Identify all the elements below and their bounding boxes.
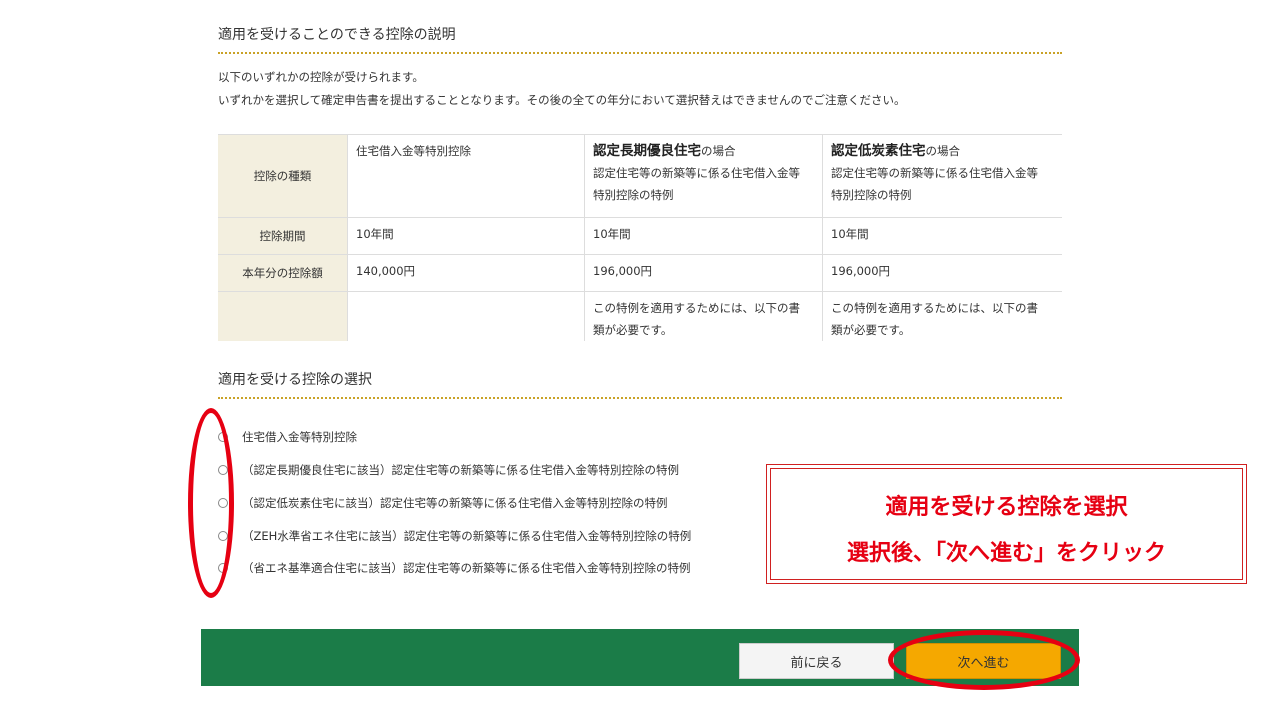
- radio-label: （認定低炭素住宅に該当）認定住宅等の新築等に係る住宅借入金等特別控除の特例: [242, 496, 668, 510]
- annotation-oval-radios: [188, 408, 234, 598]
- back-button[interactable]: 前に戻る: [739, 643, 894, 679]
- cell-col3-type-line2: 認定住宅等の新築等に係る住宅借入金等: [831, 166, 1038, 180]
- radio-option-long-term-quality[interactable]: （認定長期優良住宅に該当）認定住宅等の新築等に係る住宅借入金等特別控除の特例: [218, 460, 679, 480]
- cell-col1-type-text: 住宅借入金等特別控除: [356, 144, 471, 158]
- callout-text-line2: 選択後、「次へ進む」をクリック: [846, 541, 1166, 566]
- cell-col3-note: この特例を適用するためには、以下の書 類が必要です。: [823, 291, 1062, 341]
- radio-label: （ZEH水準省エネ住宅に該当）認定住宅等の新築等に係る住宅借入金等特別控除の特例: [242, 529, 692, 543]
- cell-col2-type-line2: 認定住宅等の新築等に係る住宅借入金等: [593, 166, 800, 180]
- cell-col2-period: 10年間: [593, 227, 631, 241]
- annotation-callout: 適用を受ける控除を選択 選択後、「次へ進む」をクリック: [766, 464, 1247, 584]
- radio-label: 住宅借入金等特別控除: [242, 430, 357, 444]
- annotation-oval-next-button: [888, 630, 1080, 690]
- cell-col2-type-line3: 特別控除の特例: [593, 188, 674, 202]
- cell-col3-period: 10年間: [831, 227, 869, 241]
- section-title-deduction-explanation: 適用を受けることのできる控除の説明: [218, 24, 1062, 54]
- row-header-period: 控除期間: [218, 217, 347, 254]
- table-divider: [218, 291, 1062, 292]
- cell-col2-note-line1: この特例を適用するためには、以下の書: [593, 301, 800, 315]
- cell-col1-note: [348, 291, 584, 341]
- deduction-comparison-table: 控除の種類 控除期間 本年分の控除額 住宅借入金等特別控除 10年間 140,0…: [218, 134, 1062, 341]
- cell-col1-amount: 140,000円: [356, 264, 416, 278]
- annotation-callout-inner-border: 適用を受ける控除を選択 選択後、「次へ進む」をクリック: [770, 468, 1243, 580]
- row-header-empty: [218, 291, 347, 341]
- radio-option-low-carbon[interactable]: （認定低炭素住宅に該当）認定住宅等の新築等に係る住宅借入金等特別控除の特例: [218, 493, 668, 513]
- table-divider: [347, 134, 348, 341]
- cell-col2-amount: 196,000円: [593, 264, 653, 278]
- cell-col3-note-line2: 類が必要です。: [831, 323, 911, 337]
- cell-col2-type-bold: 認定長期優良住宅: [593, 143, 701, 159]
- table-divider: [584, 134, 585, 341]
- radio-option-energy-standard[interactable]: （省エネ基準適合住宅に該当）認定住宅等の新築等に係る住宅借入金等特別控除の特例: [218, 558, 691, 578]
- cell-col2-type: 認定長期優良住宅の場合 認定住宅等の新築等に係る住宅借入金等 特別控除の特例: [585, 134, 822, 217]
- cell-col2-note-line2: 類が必要です。: [593, 323, 673, 337]
- cell-col3-type-line3: 特別控除の特例: [831, 188, 912, 202]
- cell-col3-type-suffix: の場合: [925, 144, 961, 158]
- table-divider: [822, 134, 823, 341]
- section-title-deduction-selection: 適用を受ける控除の選択: [218, 369, 1062, 399]
- radio-label: （認定長期優良住宅に該当）認定住宅等の新築等に係る住宅借入金等特別控除の特例: [242, 463, 679, 477]
- cell-col2-type-suffix: の場合: [701, 144, 736, 158]
- cell-col3-note-line1: この特例を適用するためには、以下の書: [831, 301, 1038, 315]
- cell-col1-type: 住宅借入金等特別控除: [348, 134, 584, 217]
- row-header-amount: 本年分の控除額: [218, 254, 347, 291]
- cell-col3-amount: 196,000円: [831, 264, 891, 278]
- cell-col3-type: 認定低炭素住宅の場合 認定住宅等の新築等に係る住宅借入金等 特別控除の特例: [823, 134, 1062, 217]
- table-divider: [218, 217, 1062, 218]
- cell-col2-note: この特例を適用するためには、以下の書 類が必要です。: [585, 291, 822, 341]
- cell-col3-type-bold: 認定低炭素住宅: [831, 143, 926, 159]
- intro-text-line1: 以下のいずれかの控除が受けられます。: [218, 70, 424, 84]
- table-divider: [218, 254, 1062, 255]
- radio-option-zeh[interactable]: （ZEH水準省エネ住宅に該当）認定住宅等の新築等に係る住宅借入金等特別控除の特例: [218, 526, 691, 546]
- radio-option-housing-loan[interactable]: 住宅借入金等特別控除: [218, 427, 357, 447]
- cell-col1-period: 10年間: [356, 227, 394, 241]
- callout-text-line1: 適用を受ける控除を選択: [885, 495, 1128, 520]
- table-divider: [218, 134, 1062, 135]
- row-header-type: 控除の種類: [218, 134, 347, 217]
- intro-text-line2: いずれかを選択して確定申告書を提出することとなります。その後の全ての年分において…: [218, 93, 906, 107]
- radio-label: （省エネ基準適合住宅に該当）認定住宅等の新築等に係る住宅借入金等特別控除の特例: [242, 561, 691, 575]
